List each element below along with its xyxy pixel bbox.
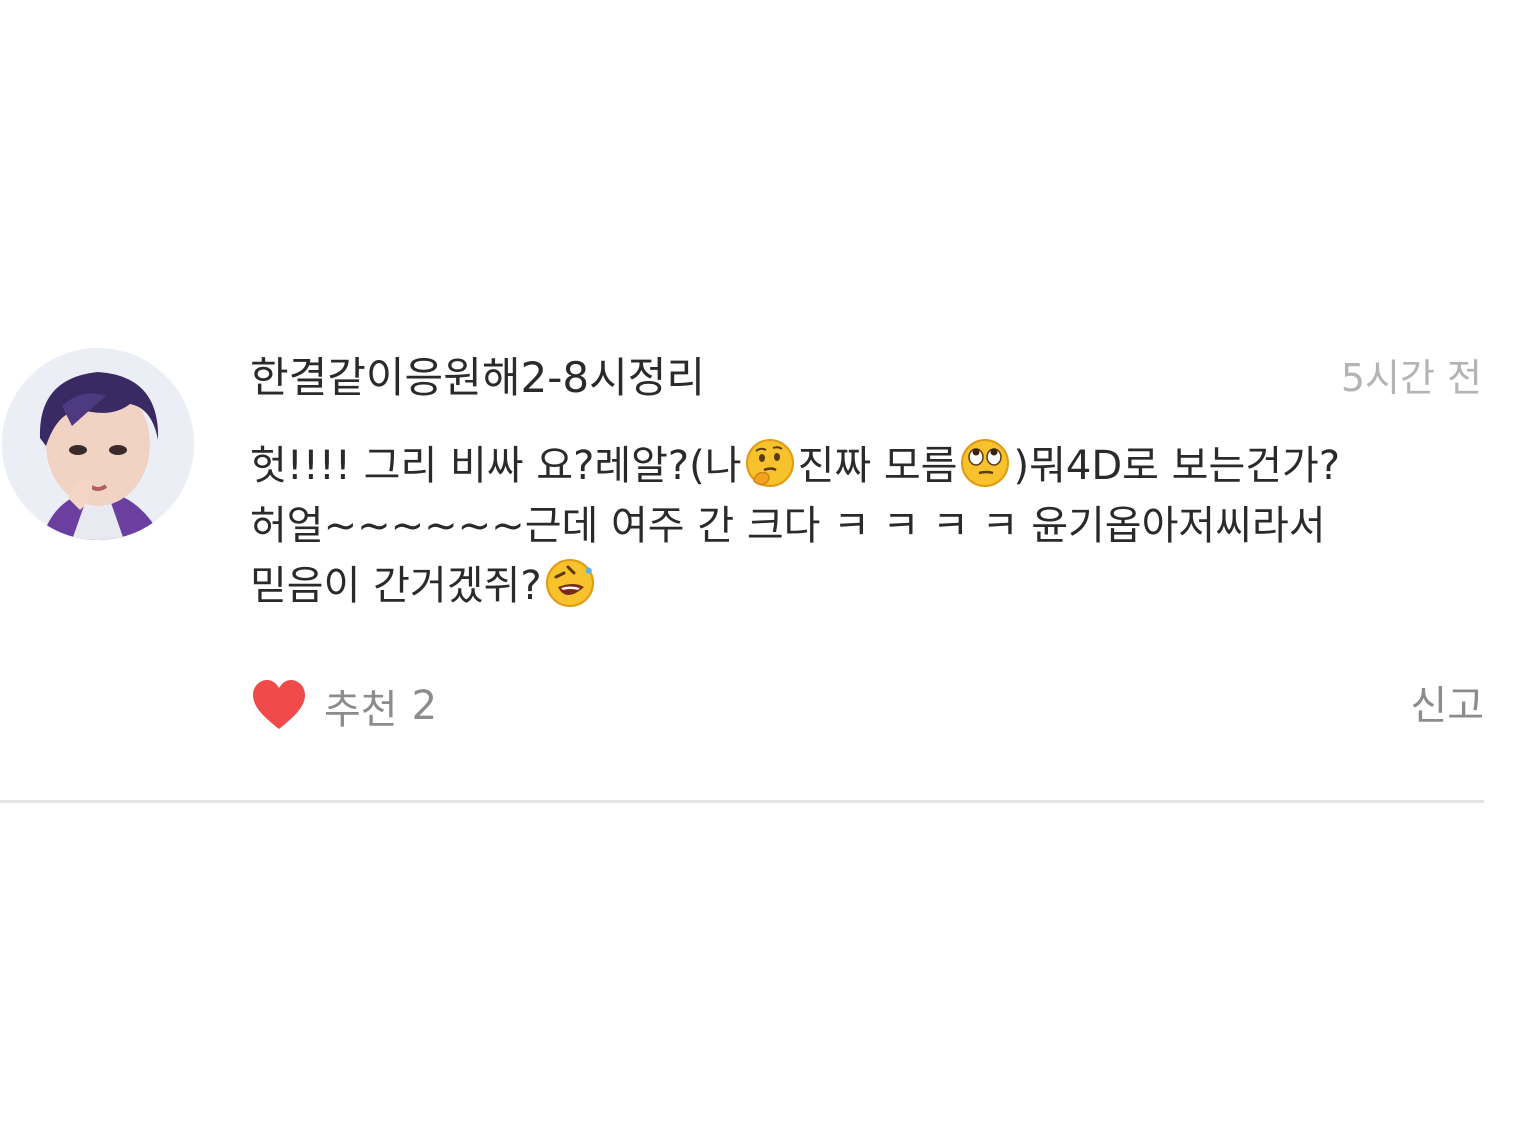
report-button[interactable]: 신고 (1410, 676, 1484, 736)
comment-actions: 추천 2 신고 (250, 676, 1484, 736)
rolling-eyes-face-emoji (959, 437, 1011, 489)
like-count: 2 (411, 683, 438, 729)
comment-text: )뭐4D로 보는건가? (1013, 443, 1341, 489)
comment-line: 허얼~~~~~~근데 여주 간 크다 ㅋ ㅋ ㅋ ㅋ 윤기옵아저씨라서 (250, 496, 1480, 556)
thinking-face-emoji (744, 437, 796, 489)
divider (0, 800, 1484, 803)
comment-username[interactable]: 한결같이응원해2-8시정리 (250, 348, 705, 408)
comment-text: 믿음이 간거겠쥐? (250, 563, 542, 609)
like-label: 추천 (324, 687, 398, 733)
comment-text: 진짜 모름 (797, 443, 958, 489)
avatar[interactable] (2, 348, 194, 540)
comment-text: 허얼~~~~~~근데 여주 간 크다 ㅋ ㅋ ㅋ ㅋ 윤기옵아저씨라서 (250, 503, 1326, 549)
heart-icon[interactable] (250, 677, 308, 735)
comment-body: 헛!!!! 그리 비싸 요?레알?(나 진짜 모름 )뭐4D로 보는건가? 허얼… (250, 436, 1480, 616)
rolling-on-floor-laughing-emoji (544, 557, 596, 609)
comment-line: 믿음이 간거겠쥐? (250, 556, 1480, 616)
like-button[interactable]: 추천 2 (250, 676, 437, 736)
comment-item: 한결같이응원해2-8시정리 5시간 전 헛!!!! 그리 비싸 요?레알?(나 … (0, 340, 1484, 804)
comment-line: 헛!!!! 그리 비싸 요?레알?(나 진짜 모름 )뭐4D로 보는건가? (250, 436, 1480, 496)
comment-text: 헛!!!! 그리 비싸 요?레알?(나 (250, 443, 742, 489)
comment-timestamp: 5시간 전 (1340, 356, 1482, 400)
